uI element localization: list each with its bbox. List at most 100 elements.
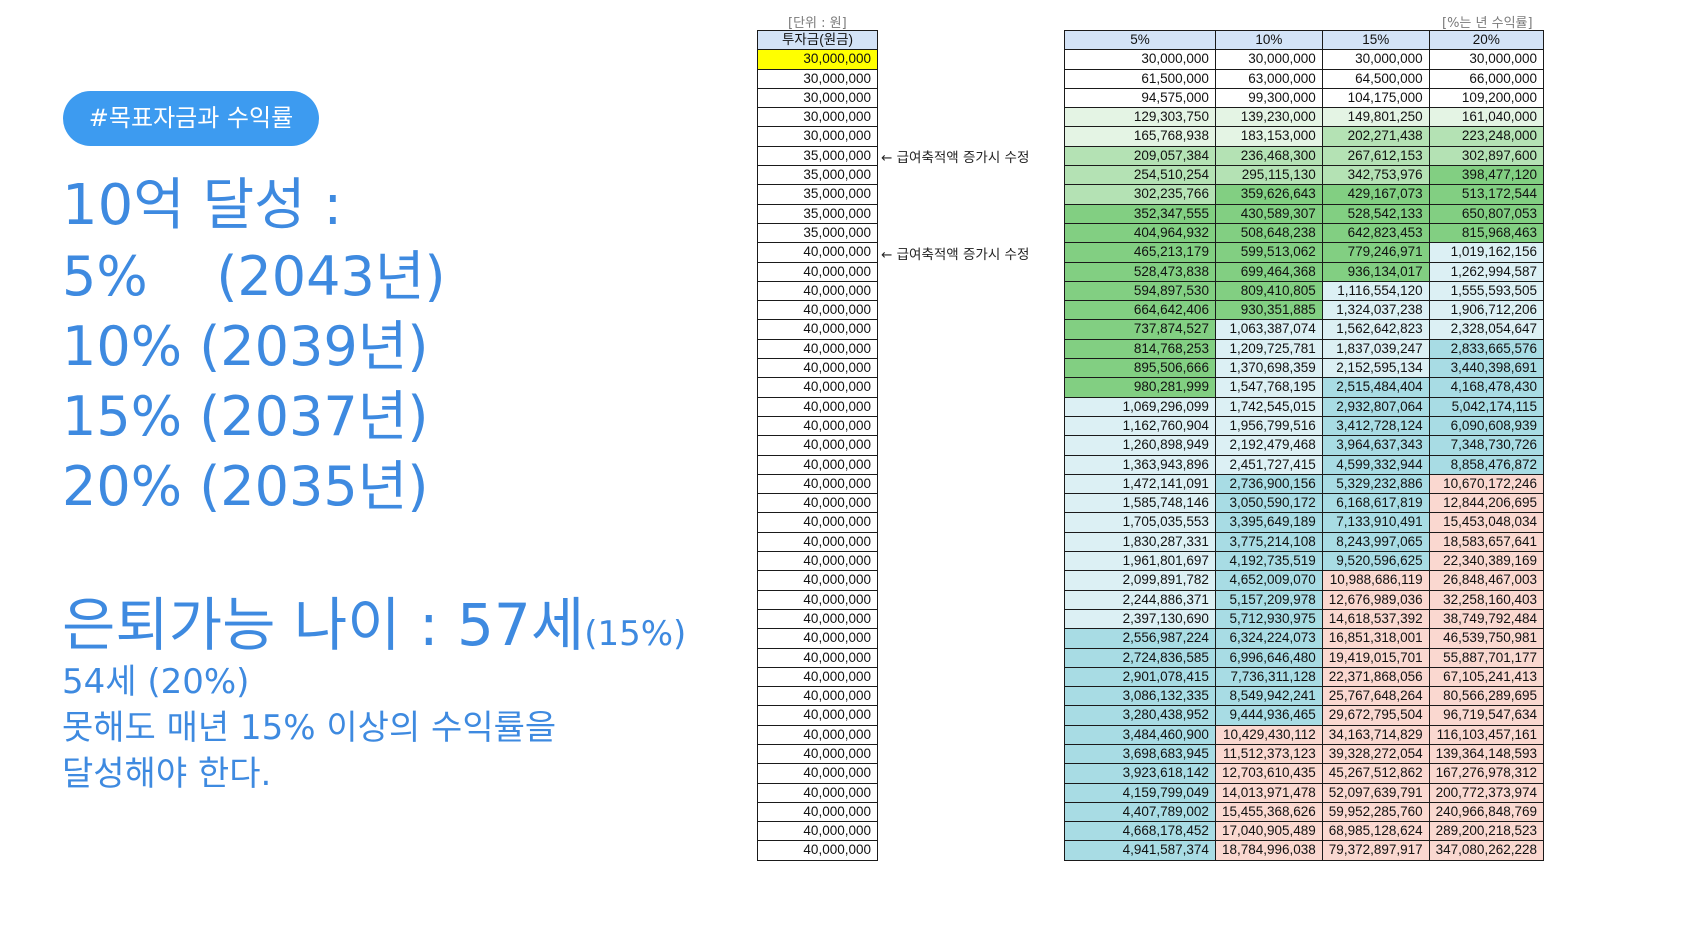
- return-cell[interactable]: 161,040,000: [1428, 107, 1545, 128]
- return-cell[interactable]: 302,897,600: [1428, 145, 1545, 167]
- return-cell[interactable]: 528,473,838: [1064, 261, 1216, 282]
- return-cell[interactable]: 4,168,478,430: [1428, 377, 1545, 398]
- investment-cell[interactable]: 40,000,000: [757, 782, 878, 803]
- investment-cell[interactable]: 40,000,000: [757, 531, 878, 553]
- return-cell[interactable]: 2,932,807,064: [1321, 396, 1430, 417]
- return-cell[interactable]: 3,395,649,189: [1214, 512, 1323, 533]
- return-cell[interactable]: 96,719,547,634: [1428, 705, 1545, 726]
- return-cell[interactable]: 1,116,554,120: [1321, 280, 1430, 302]
- return-cell[interactable]: 109,200,000: [1428, 87, 1545, 109]
- investment-cell[interactable]: 40,000,000: [757, 396, 878, 417]
- investment-cell[interactable]: 40,000,000: [757, 589, 878, 610]
- investment-cell[interactable]: 40,000,000: [757, 338, 878, 360]
- return-cell[interactable]: 64,500,000: [1321, 68, 1430, 89]
- return-cell[interactable]: 342,753,976: [1321, 165, 1430, 186]
- return-cell[interactable]: 429,167,073: [1321, 184, 1430, 205]
- investment-cell[interactable]: 35,000,000: [757, 145, 878, 167]
- return-cell[interactable]: 1,209,725,781: [1214, 338, 1323, 360]
- return-cell[interactable]: 1,019,162,156: [1428, 242, 1545, 263]
- investment-cell[interactable]: 40,000,000: [757, 454, 878, 475]
- return-cell[interactable]: 34,163,714,829: [1321, 724, 1430, 745]
- return-cell[interactable]: 352,347,555: [1064, 203, 1216, 224]
- investment-cell[interactable]: 35,000,000: [757, 184, 878, 205]
- return-cell[interactable]: 2,152,595,134: [1321, 358, 1430, 379]
- return-cell[interactable]: 223,248,000: [1428, 126, 1545, 147]
- return-cell[interactable]: 1,260,898,949: [1064, 435, 1216, 456]
- return-cell[interactable]: 3,484,460,900: [1064, 724, 1216, 745]
- return-cell[interactable]: 30,000,000: [1321, 49, 1430, 70]
- return-cell[interactable]: 94,575,000: [1064, 87, 1216, 109]
- return-cell[interactable]: 200,772,373,974: [1428, 782, 1545, 803]
- return-cell[interactable]: 46,539,750,981: [1428, 628, 1545, 649]
- return-cell[interactable]: 809,410,805: [1214, 280, 1323, 302]
- return-cell[interactable]: 594,897,530: [1064, 280, 1216, 302]
- return-cell[interactable]: 5,157,209,978: [1214, 589, 1323, 610]
- return-cell[interactable]: 779,246,971: [1321, 242, 1430, 263]
- return-cell[interactable]: 80,566,289,695: [1428, 686, 1545, 707]
- return-cell[interactable]: 1,585,748,146: [1064, 493, 1216, 514]
- investment-cell[interactable]: 30,000,000: [757, 107, 878, 128]
- investment-cell[interactable]: 40,000,000: [757, 551, 878, 572]
- return-cell[interactable]: 61,500,000: [1064, 68, 1216, 89]
- return-cell[interactable]: 30,000,000: [1064, 49, 1216, 70]
- return-cell[interactable]: 55,887,701,177: [1428, 647, 1545, 668]
- investment-cell[interactable]: 40,000,000: [757, 435, 878, 456]
- return-cell[interactable]: 404,964,932: [1064, 222, 1216, 244]
- return-cell[interactable]: 895,506,666: [1064, 358, 1216, 379]
- return-cell[interactable]: 3,440,398,691: [1428, 358, 1545, 379]
- return-cell[interactable]: 30,000,000: [1428, 49, 1545, 70]
- investment-cell[interactable]: 30,000,000: [757, 49, 878, 70]
- return-cell[interactable]: 650,807,053: [1428, 203, 1545, 224]
- return-cell[interactable]: 17,040,905,489: [1214, 821, 1323, 842]
- return-cell[interactable]: 599,513,062: [1214, 242, 1323, 263]
- return-cell[interactable]: 302,235,766: [1064, 184, 1216, 205]
- investment-cell[interactable]: 40,000,000: [757, 724, 878, 745]
- return-cell[interactable]: 165,768,938: [1064, 126, 1216, 147]
- investment-cell[interactable]: 30,000,000: [757, 126, 878, 147]
- return-cell[interactable]: 1,837,039,247: [1321, 338, 1430, 360]
- return-cell[interactable]: 15,453,048,034: [1428, 512, 1545, 533]
- return-cell[interactable]: 1,063,387,074: [1214, 319, 1323, 340]
- return-cell[interactable]: 14,618,537,392: [1321, 608, 1430, 630]
- return-cell[interactable]: 10,670,172,246: [1428, 473, 1545, 495]
- investment-cell[interactable]: 35,000,000: [757, 222, 878, 244]
- return-cell[interactable]: 39,328,272,054: [1321, 743, 1430, 765]
- return-cell[interactable]: 528,542,133: [1321, 203, 1430, 224]
- investment-cell[interactable]: 40,000,000: [757, 358, 878, 379]
- return-cell[interactable]: 347,080,262,228: [1428, 840, 1545, 861]
- return-cell[interactable]: 18,583,657,641: [1428, 531, 1545, 553]
- return-cell[interactable]: 814,768,253: [1064, 338, 1216, 360]
- return-cell[interactable]: 1,956,799,516: [1214, 415, 1323, 437]
- return-cell[interactable]: 167,276,978,312: [1428, 763, 1545, 784]
- return-cell[interactable]: 3,050,590,172: [1214, 493, 1323, 514]
- return-cell[interactable]: 465,213,179: [1064, 242, 1216, 263]
- return-cell[interactable]: 3,964,637,343: [1321, 435, 1430, 456]
- investment-cell[interactable]: 40,000,000: [757, 473, 878, 495]
- return-cell[interactable]: 4,599,332,944: [1321, 454, 1430, 475]
- investment-cell[interactable]: 30,000,000: [757, 68, 878, 89]
- return-cell[interactable]: 5,329,232,886: [1321, 473, 1430, 495]
- investment-cell[interactable]: 40,000,000: [757, 763, 878, 784]
- return-cell[interactable]: 99,300,000: [1214, 87, 1323, 109]
- return-cell[interactable]: 6,996,646,480: [1214, 647, 1323, 668]
- return-cell[interactable]: 63,000,000: [1214, 68, 1323, 89]
- return-cell[interactable]: 1,705,035,553: [1064, 512, 1216, 533]
- return-cell[interactable]: 139,230,000: [1214, 107, 1323, 128]
- return-cell[interactable]: 980,281,999: [1064, 377, 1216, 398]
- return-cell[interactable]: 2,736,900,156: [1214, 473, 1323, 495]
- return-cell[interactable]: 3,775,214,108: [1214, 531, 1323, 553]
- return-cell[interactable]: 116,103,457,161: [1428, 724, 1545, 745]
- return-cell[interactable]: 9,520,596,625: [1321, 551, 1430, 572]
- return-cell[interactable]: 1,906,712,206: [1428, 300, 1545, 321]
- return-cell[interactable]: 236,468,300: [1214, 145, 1323, 167]
- return-cell[interactable]: 15,455,368,626: [1214, 801, 1323, 823]
- return-cell[interactable]: 22,371,868,056: [1321, 666, 1430, 688]
- return-cell[interactable]: 2,451,727,415: [1214, 454, 1323, 475]
- return-cell[interactable]: 22,340,389,169: [1428, 551, 1545, 572]
- return-cell[interactable]: 10,988,686,119: [1321, 570, 1430, 591]
- return-cell[interactable]: 2,515,484,404: [1321, 377, 1430, 398]
- return-cell[interactable]: 2,833,665,576: [1428, 338, 1545, 360]
- return-cell[interactable]: 289,200,218,523: [1428, 821, 1545, 842]
- return-cell[interactable]: 1,562,642,823: [1321, 319, 1430, 340]
- return-cell[interactable]: 25,767,648,264: [1321, 686, 1430, 707]
